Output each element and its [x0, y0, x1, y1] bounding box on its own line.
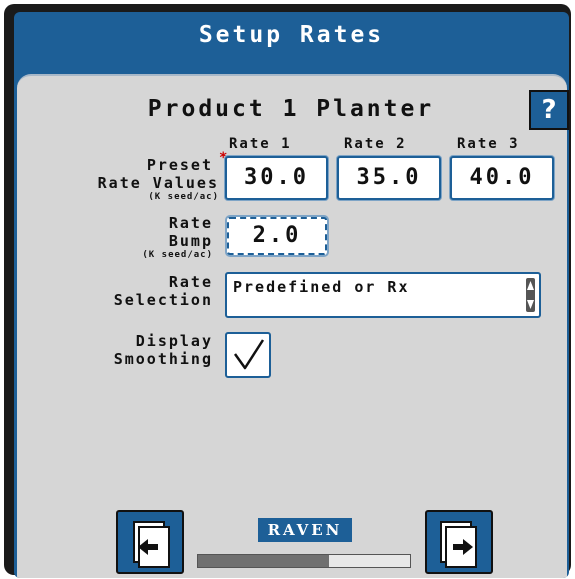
rate-selection-label-line2: Selection — [113, 291, 213, 309]
rate-selection-dropdown[interactable]: Predefined or Rx — [225, 272, 541, 318]
rate-selection-value: Predefined or Rx — [233, 278, 410, 296]
help-icon: ? — [541, 95, 557, 125]
page-progress-bar — [197, 554, 411, 568]
rate-bump-label: Rate Bump (K seed/ac) — [47, 214, 213, 260]
preset-label-line2: Rate Values — [97, 174, 219, 192]
page-title: Setup Rates — [198, 22, 385, 48]
checkmark-icon — [233, 339, 265, 370]
rate-bump-input[interactable]: 2.0 — [227, 217, 327, 255]
rate-bump-label-line1: Rate — [168, 214, 213, 232]
rate-selection-label-line1: Rate — [168, 273, 213, 291]
rate-2-header: Rate 2 — [344, 136, 407, 152]
spinner-arrows-icon[interactable] — [526, 278, 535, 312]
preset-unit: (K seed/ac) — [148, 192, 219, 202]
rate-3-input[interactable]: 40.0 — [450, 156, 554, 200]
rate-1-input[interactable]: 30.0 — [225, 156, 328, 200]
rate-1-header: Rate 1 — [229, 136, 292, 152]
display-frame: Setup Rates Product 1 Planter ? Preset R… — [4, 4, 571, 578]
back-button[interactable] — [116, 510, 184, 574]
setup-panel: Product 1 Planter ? Preset Rate Values (… — [17, 74, 569, 578]
raven-logo: RAVEN — [258, 518, 352, 542]
display-smoothing-checkbox[interactable] — [225, 332, 271, 378]
forward-arrow-icon — [440, 521, 477, 568]
preset-rate-values-label: Preset Rate Values (K seed/ac) — [47, 156, 219, 202]
preset-label-line1: Preset — [146, 156, 213, 174]
rate-2-input[interactable]: 35.0 — [337, 156, 441, 200]
rate-bump-unit: (K seed/ac) — [142, 250, 213, 260]
rate-selection-label: Rate Selection — [47, 273, 213, 309]
rate-bump-label-line2: Bump — [168, 232, 213, 250]
back-arrow-icon — [133, 521, 170, 568]
progress-fill — [198, 555, 329, 567]
rate-3-header: Rate 3 — [457, 136, 520, 152]
product-title: Product 1 Planter — [147, 96, 435, 122]
help-button[interactable]: ? — [529, 90, 569, 130]
display-smoothing-label-line1: Display — [135, 332, 213, 350]
display-smoothing-label-line2: Smoothing — [113, 350, 213, 368]
screen: Setup Rates Product 1 Planter ? Preset R… — [14, 12, 569, 578]
display-smoothing-label: Display Smoothing — [47, 332, 213, 368]
forward-button[interactable] — [425, 510, 493, 574]
